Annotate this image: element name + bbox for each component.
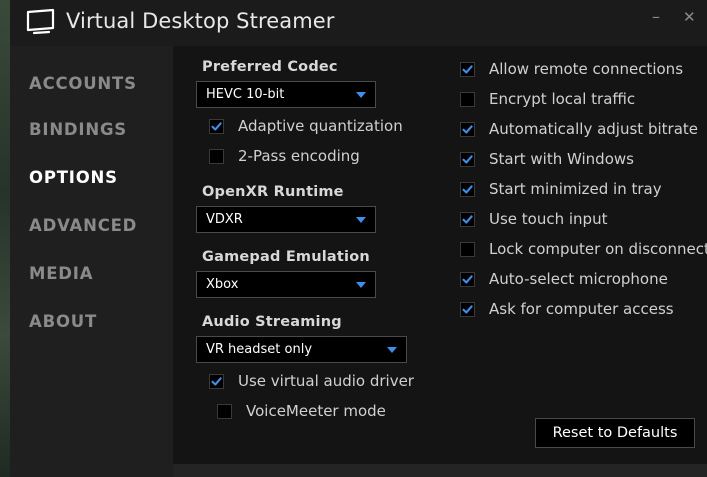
- checkmark-icon: [462, 215, 473, 224]
- checkmark-icon: [462, 275, 473, 284]
- options-panel: Preferred Codec HEVC 10-bit Adaptive qua…: [173, 46, 707, 464]
- openxr-label: OpenXR Runtime: [202, 184, 344, 200]
- computer-access-checkbox[interactable]: [460, 302, 475, 317]
- touch-input-checkbox[interactable]: [460, 212, 475, 227]
- start-windows-label: Start with Windows: [489, 150, 634, 168]
- checkmark-icon: [462, 65, 473, 74]
- codec-label: Preferred Codec: [202, 59, 338, 75]
- virtual-audio-label: Use virtual audio driver: [238, 372, 414, 390]
- audio-value: VR headset only: [206, 342, 313, 357]
- virtual-audio-checkbox[interactable]: [209, 374, 224, 389]
- minimize-button[interactable]: –: [652, 9, 660, 25]
- checkmark-icon: [462, 125, 473, 134]
- chevron-down-icon: [356, 217, 366, 223]
- voicemeeter-label: VoiceMeeter mode: [246, 402, 386, 420]
- checkmark-icon: [211, 377, 222, 386]
- sidebar-item-bindings[interactable]: BINDINGS: [29, 120, 127, 139]
- gamepad-label: Gamepad Emulation: [202, 249, 370, 265]
- codec-dropdown[interactable]: HEVC 10-bit: [196, 81, 376, 108]
- two-pass-checkbox[interactable]: [209, 149, 224, 164]
- bottom-bar: [173, 464, 707, 477]
- touch-input-label: Use touch input: [489, 210, 608, 228]
- codec-value: HEVC 10-bit: [206, 87, 285, 102]
- sidebar-item-about[interactable]: ABOUT: [29, 312, 97, 331]
- voicemeeter-checkbox[interactable]: [217, 404, 232, 419]
- two-pass-label: 2-Pass encoding: [238, 147, 360, 165]
- checkmark-icon: [211, 122, 222, 131]
- window-title: Virtual Desktop Streamer: [66, 9, 335, 33]
- auto-microphone-checkbox[interactable]: [460, 272, 475, 287]
- app-window: Virtual Desktop Streamer – ✕ ACCOUNTS BI…: [10, 0, 707, 477]
- computer-access-label: Ask for computer access: [489, 300, 674, 318]
- gamepad-dropdown[interactable]: Xbox: [196, 271, 376, 298]
- gamepad-value: Xbox: [206, 277, 239, 292]
- sidebar-item-advanced[interactable]: ADVANCED: [29, 216, 137, 235]
- monitor-icon: [26, 8, 55, 35]
- checkmark-icon: [462, 155, 473, 164]
- auto-microphone-label: Auto-select microphone: [489, 270, 668, 288]
- checkmark-icon: [462, 185, 473, 194]
- allow-remote-checkbox[interactable]: [460, 62, 475, 77]
- start-minimized-checkbox[interactable]: [460, 182, 475, 197]
- encrypt-traffic-checkbox[interactable]: [460, 92, 475, 107]
- checkmark-icon: [462, 305, 473, 314]
- encrypt-traffic-label: Encrypt local traffic: [489, 90, 636, 108]
- adaptive-quantization-label: Adaptive quantization: [238, 117, 403, 135]
- adjust-bitrate-label: Automatically adjust bitrate: [489, 120, 698, 138]
- adaptive-quantization-checkbox[interactable]: [209, 119, 224, 134]
- chevron-down-icon: [356, 92, 366, 98]
- openxr-dropdown[interactable]: VDXR: [196, 206, 376, 233]
- close-button[interactable]: ✕: [683, 9, 696, 25]
- sidebar: ACCOUNTS BINDINGS OPTIONS ADVANCED MEDIA…: [10, 46, 173, 477]
- chevron-down-icon: [387, 347, 397, 353]
- start-windows-checkbox[interactable]: [460, 152, 475, 167]
- lock-computer-checkbox[interactable]: [460, 242, 475, 257]
- sidebar-item-accounts[interactable]: ACCOUNTS: [29, 74, 137, 93]
- sidebar-item-media[interactable]: MEDIA: [29, 264, 93, 283]
- allow-remote-label: Allow remote connections: [489, 60, 684, 78]
- start-minimized-label: Start minimized in tray: [489, 180, 662, 198]
- chevron-down-icon: [356, 282, 366, 288]
- openxr-value: VDXR: [206, 212, 243, 227]
- lock-computer-label: Lock computer on disconnect: [489, 240, 707, 258]
- audio-dropdown[interactable]: VR headset only: [196, 336, 407, 363]
- adjust-bitrate-checkbox[interactable]: [460, 122, 475, 137]
- audio-label: Audio Streaming: [202, 314, 342, 330]
- reset-defaults-button[interactable]: Reset to Defaults: [535, 418, 695, 448]
- sidebar-item-options[interactable]: OPTIONS: [29, 168, 118, 187]
- title-bar[interactable]: Virtual Desktop Streamer – ✕: [10, 0, 707, 46]
